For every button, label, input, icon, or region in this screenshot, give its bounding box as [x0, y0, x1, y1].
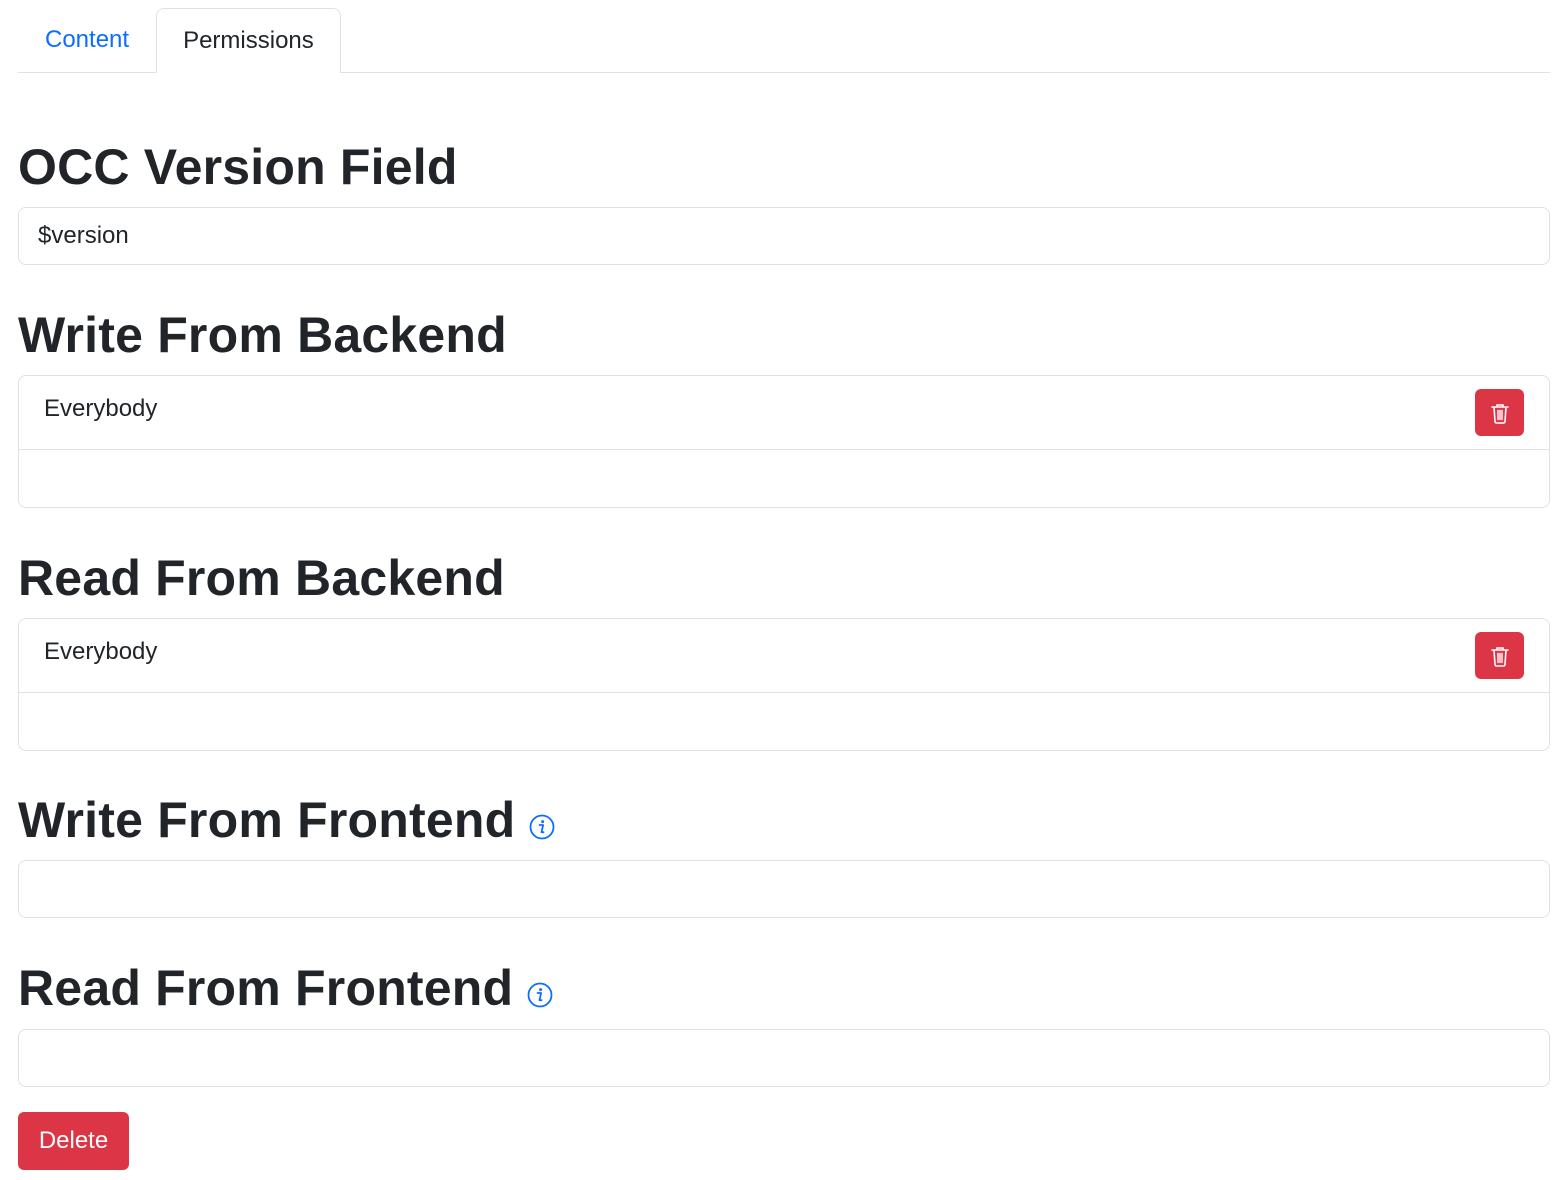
write-backend-add-input[interactable]	[18, 450, 1550, 508]
occ-version-heading: OCC Version Field	[18, 139, 458, 195]
info-circle-icon[interactable]	[529, 814, 555, 840]
list-item-label: Everybody	[44, 394, 158, 422]
read-backend-add-input[interactable]	[18, 693, 1550, 751]
tab-bar: Content Permissions	[18, 8, 1550, 73]
trash-icon	[1490, 646, 1509, 667]
write-frontend-input[interactable]	[18, 860, 1550, 918]
write-frontend-heading: Write From Frontend	[18, 795, 555, 845]
list-item: Everybody	[18, 375, 1550, 450]
read-frontend-title: Read From Frontend	[18, 960, 514, 1016]
write-frontend-title: Write From Frontend	[18, 792, 516, 848]
info-circle-icon[interactable]	[527, 982, 553, 1008]
remove-button[interactable]	[1475, 389, 1524, 436]
list-item: Everybody	[18, 618, 1550, 693]
remove-button[interactable]	[1475, 632, 1524, 679]
occ-version-input[interactable]	[18, 207, 1550, 265]
read-backend-list: Everybody	[18, 618, 1550, 751]
read-frontend-heading: Read From Frontend	[18, 963, 553, 1013]
read-frontend-input[interactable]	[18, 1029, 1550, 1087]
write-backend-heading: Write From Backend	[18, 307, 507, 363]
tab-permissions[interactable]: Permissions	[156, 8, 341, 73]
read-backend-heading: Read From Backend	[18, 550, 505, 606]
trash-icon	[1490, 403, 1509, 424]
permissions-page: Content Permissions OCC Version Field Wr…	[18, 8, 1550, 1170]
write-backend-list: Everybody	[18, 375, 1550, 508]
tab-content[interactable]: Content	[18, 8, 156, 72]
delete-button[interactable]: Delete	[18, 1112, 129, 1170]
list-item-label: Everybody	[44, 637, 158, 665]
